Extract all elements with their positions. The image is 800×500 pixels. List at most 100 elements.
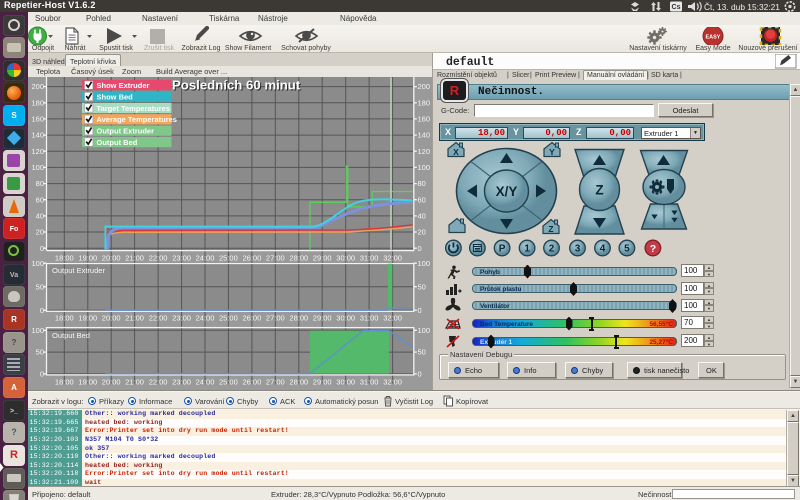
svg-text:50: 50	[418, 282, 426, 291]
svg-text:25:00: 25:00	[219, 378, 238, 387]
svg-text:19:00: 19:00	[78, 254, 97, 263]
svg-text:1: 1	[524, 244, 530, 255]
svg-text:40: 40	[418, 212, 426, 221]
svg-text:19:00: 19:00	[78, 314, 97, 323]
svg-text:4: 4	[600, 244, 606, 255]
svg-text:140: 140	[31, 131, 44, 140]
svg-text:21:00: 21:00	[125, 314, 144, 323]
svg-text:26:00: 26:00	[243, 314, 262, 323]
svg-text:30:00: 30:00	[336, 254, 355, 263]
svg-text:28:00: 28:00	[289, 254, 308, 263]
svg-text:80: 80	[418, 179, 426, 188]
svg-text:30:00: 30:00	[336, 378, 355, 387]
svg-text:0: 0	[40, 306, 44, 315]
svg-text:100: 100	[31, 259, 44, 268]
svg-text:200: 200	[31, 82, 44, 91]
svg-text:29:00: 29:00	[313, 378, 332, 387]
svg-text:23:00: 23:00	[172, 378, 191, 387]
svg-text:160: 160	[31, 115, 44, 124]
svg-text:EASY: EASY	[706, 35, 721, 41]
svg-text:100: 100	[418, 163, 431, 172]
svg-text:27:00: 27:00	[266, 314, 285, 323]
svg-text:20:00: 20:00	[102, 314, 121, 323]
svg-text:32:00: 32:00	[383, 378, 402, 387]
svg-text:100: 100	[31, 163, 44, 172]
svg-text:31:00: 31:00	[360, 254, 379, 263]
svg-text:100: 100	[31, 326, 44, 335]
svg-text:Target Temperatures: Target Temperatures	[97, 104, 171, 113]
svg-text:40: 40	[36, 212, 44, 221]
svg-text:20: 20	[36, 228, 44, 237]
svg-text:0: 0	[418, 306, 422, 315]
svg-text:0: 0	[418, 244, 422, 253]
svg-text:24:00: 24:00	[196, 378, 215, 387]
svg-text:22:00: 22:00	[149, 378, 168, 387]
svg-text:21:00: 21:00	[125, 378, 144, 387]
svg-text:60: 60	[36, 195, 44, 204]
svg-text:22:00: 22:00	[149, 314, 168, 323]
svg-text:24:00: 24:00	[196, 254, 215, 263]
svg-text:X/Y: X/Y	[496, 184, 518, 199]
svg-text:5: 5	[624, 244, 630, 255]
svg-text:20: 20	[418, 228, 426, 237]
svg-text:Cs: Cs	[672, 4, 681, 11]
svg-text:18:00: 18:00	[55, 378, 74, 387]
svg-text:27:00: 27:00	[266, 254, 285, 263]
svg-text:160: 160	[418, 115, 431, 124]
svg-text:0: 0	[418, 370, 422, 379]
svg-text:19:00: 19:00	[78, 378, 97, 387]
svg-text:0: 0	[40, 244, 44, 253]
svg-text:Y: Y	[549, 147, 555, 157]
svg-text:Output Bed: Output Bed	[97, 138, 138, 147]
svg-text:27:00: 27:00	[266, 378, 285, 387]
svg-text:Output Bed: Output Bed	[52, 331, 90, 340]
svg-text:23:00: 23:00	[172, 254, 191, 263]
svg-text:Z: Z	[548, 224, 553, 234]
svg-text:Output Extruder: Output Extruder	[52, 266, 105, 275]
svg-text:24:00: 24:00	[196, 314, 215, 323]
svg-text:31:00: 31:00	[360, 314, 379, 323]
svg-text:50: 50	[418, 348, 426, 357]
svg-text:X: X	[453, 147, 459, 157]
svg-text:0: 0	[40, 370, 44, 379]
svg-text:Show Bed: Show Bed	[97, 92, 134, 101]
svg-text:31:00: 31:00	[360, 378, 379, 387]
svg-text:30:00: 30:00	[336, 314, 355, 323]
svg-text:Output Extruder: Output Extruder	[97, 127, 155, 136]
svg-text:180: 180	[418, 98, 431, 107]
svg-text:50: 50	[36, 348, 44, 357]
svg-text:32:00: 32:00	[383, 314, 402, 323]
svg-text:60: 60	[418, 195, 426, 204]
svg-text:Z: Z	[595, 183, 603, 198]
svg-text:28:00: 28:00	[289, 378, 308, 387]
svg-text:25:00: 25:00	[219, 314, 238, 323]
svg-text:26:00: 26:00	[243, 254, 262, 263]
svg-text:100: 100	[418, 326, 431, 335]
svg-text:20:00: 20:00	[102, 254, 121, 263]
svg-text:25:00: 25:00	[219, 254, 238, 263]
svg-text:32:00: 32:00	[383, 254, 402, 263]
svg-text:3: 3	[575, 244, 581, 255]
svg-text:18:00: 18:00	[55, 254, 74, 263]
svg-text:200: 200	[418, 82, 431, 91]
svg-text:28:00: 28:00	[289, 314, 308, 323]
svg-text:120: 120	[418, 147, 431, 156]
svg-text:23:00: 23:00	[172, 314, 191, 323]
svg-text:140: 140	[418, 131, 431, 140]
svg-text:21:00: 21:00	[125, 254, 144, 263]
svg-text:29:00: 29:00	[313, 254, 332, 263]
svg-text:2: 2	[549, 244, 555, 255]
svg-text:?: ?	[650, 243, 656, 255]
svg-text:120: 120	[31, 147, 44, 156]
svg-text:Average Temperatures: Average Temperatures	[97, 115, 177, 124]
svg-text:20:00: 20:00	[102, 378, 121, 387]
svg-text:80: 80	[36, 179, 44, 188]
svg-text:Posledních 60 minut: Posledních 60 minut	[172, 78, 301, 93]
svg-text:Show Extruder: Show Extruder	[97, 81, 150, 90]
svg-text:50: 50	[36, 282, 44, 291]
svg-text:18:00: 18:00	[55, 314, 74, 323]
svg-text:22:00: 22:00	[149, 254, 168, 263]
svg-text:29:00: 29:00	[313, 314, 332, 323]
svg-text:100: 100	[418, 259, 431, 268]
svg-text:P: P	[499, 244, 506, 255]
